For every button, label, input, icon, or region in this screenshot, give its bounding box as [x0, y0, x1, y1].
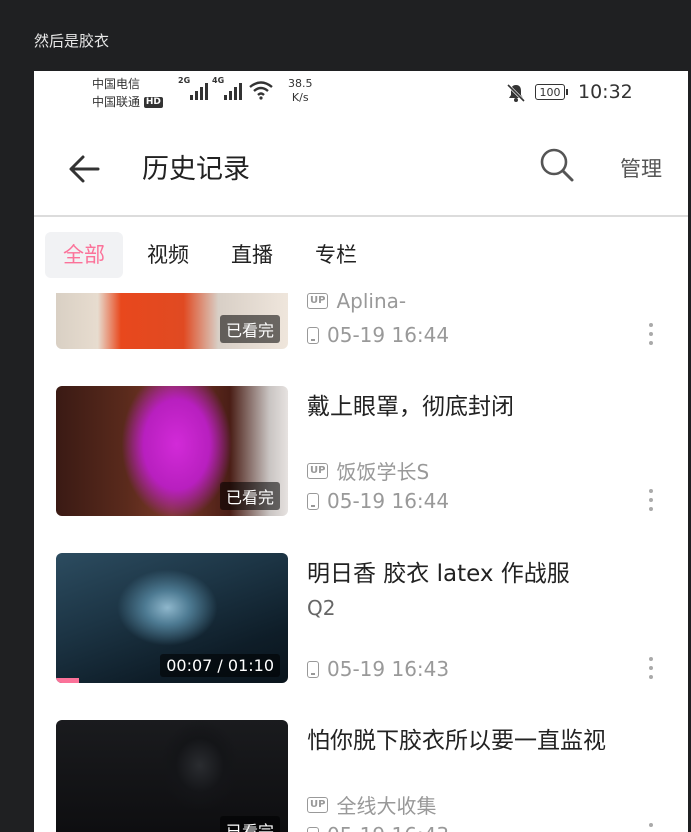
phone-device-icon [307, 826, 319, 832]
hd-badge: HD [143, 97, 163, 108]
history-item[interactable]: 已看完 怕你脱下胶衣所以要一直监视 UP 全线大收集 05-19 16:43 [34, 720, 688, 832]
history-item[interactable]: 00:07 / 01:10 明日香 胶衣 latex 作战服 Q2 05-19 … [34, 553, 688, 693]
video-thumbnail[interactable]: 已看完 [56, 293, 288, 349]
phone-device-icon [307, 660, 319, 678]
watch-time: 05-19 16:44 [327, 323, 450, 347]
more-vertical-icon[interactable] [648, 489, 654, 511]
item-uploader: UP 全线大收集 [307, 790, 436, 819]
video-thumbnail[interactable]: 已看完 [56, 720, 288, 832]
phone-screenshot: 中国电信 中国联通 HD 2G 4G 38.5 K/s 100 10:32 历史… [34, 71, 688, 832]
watched-badge: 已看完 [219, 482, 280, 510]
item-watch-time: 05-19 16:44 [307, 489, 449, 513]
search-icon[interactable] [537, 145, 577, 185]
item-watch-time: 05-19 16:43 [307, 823, 449, 832]
status-time: 10:32 [578, 81, 633, 103]
progress-bar [56, 678, 80, 683]
video-thumbnail[interactable]: 已看完 [56, 386, 288, 516]
history-item[interactable]: 已看完 UP Aplina- 05-19 16:44 [34, 293, 688, 359]
net-2-label: 4G [212, 76, 225, 85]
status-bar: 中国电信 中国联通 HD 2G 4G 38.5 K/s 100 10:32 [34, 71, 688, 123]
back-arrow-icon[interactable] [64, 149, 104, 189]
watch-time: 05-19 16:43 [327, 823, 449, 832]
carrier-2: 中国联通 [92, 95, 141, 109]
bell-muted-icon [506, 83, 526, 103]
up-icon: UP [307, 462, 329, 479]
tab-live[interactable]: 直播 [231, 232, 273, 278]
signal-2g-icon: 2G [178, 76, 208, 100]
battery-indicator: 100 [535, 84, 568, 100]
video-title-line-1: 明日香 胶衣 latex 作战服 [307, 561, 570, 587]
net-1-label: 2G [178, 76, 191, 85]
item-watch-time: 05-19 16:43 [307, 657, 449, 681]
carrier-info: 中国电信 中国联通 HD [92, 75, 163, 111]
watch-time: 05-19 16:43 [327, 657, 450, 681]
more-vertical-icon[interactable] [648, 323, 654, 345]
uploader-name[interactable]: 全线大收集 [336, 790, 436, 819]
item-watch-time: 05-19 16:44 [307, 323, 449, 347]
manage-button[interactable]: 管理 [620, 153, 662, 183]
watched-badge: 已看完 [219, 816, 280, 832]
watch-time: 05-19 16:44 [327, 489, 450, 513]
speed-unit: K/s [291, 91, 309, 104]
signal-4g-icon: 4G [212, 76, 242, 100]
video-title-line-2: Q2 [307, 596, 336, 620]
video-title[interactable]: 戴上眼罩，彻底封闭 [307, 390, 667, 424]
item-uploader: UP 饭饭学长S [307, 456, 429, 485]
progress-time: 00:07 / 01:10 [160, 654, 280, 677]
wifi-icon [249, 81, 273, 100]
uploader-name[interactable]: 饭饭学长S [336, 456, 429, 485]
tab-column[interactable]: 专栏 [315, 232, 357, 278]
item-uploader: UP Aplina- [307, 293, 406, 313]
video-title[interactable]: 怕你脱下胶衣所以要一直监视 [307, 724, 667, 758]
tab-video[interactable]: 视频 [147, 232, 189, 278]
uploader-name[interactable]: Aplina- [336, 293, 406, 313]
video-title[interactable]: 明日香 胶衣 latex 作战服 Q2 [307, 557, 667, 625]
filter-tabs: 全部 视频 直播 专栏 [34, 217, 688, 293]
up-icon: UP [307, 796, 329, 813]
more-vertical-icon[interactable] [648, 823, 654, 832]
tab-all[interactable]: 全部 [45, 232, 123, 278]
phone-device-icon [307, 326, 319, 344]
up-icon: UP [307, 293, 329, 309]
network-speed: 38.5 K/s [288, 77, 313, 105]
phone-device-icon [307, 492, 319, 510]
signal-indicators: 2G 4G [178, 76, 274, 100]
history-list: 已看完 UP Aplina- 05-19 16:44 已看完 戴上眼罩，彻底封闭… [34, 293, 688, 832]
post-text: 然后是胶衣 [34, 32, 110, 50]
watched-badge: 已看完 [219, 315, 280, 343]
history-item[interactable]: 已看完 戴上眼罩，彻底封闭 UP 饭饭学长S 05-19 16:44 [34, 386, 688, 526]
more-vertical-icon[interactable] [648, 657, 654, 679]
page-title: 历史记录 [142, 154, 250, 185]
speed-value: 38.5 [288, 77, 313, 90]
carrier-1: 中国电信 [92, 77, 141, 91]
video-thumbnail[interactable]: 00:07 / 01:10 [56, 553, 288, 683]
app-bar: 历史记录 管理 [34, 123, 688, 217]
